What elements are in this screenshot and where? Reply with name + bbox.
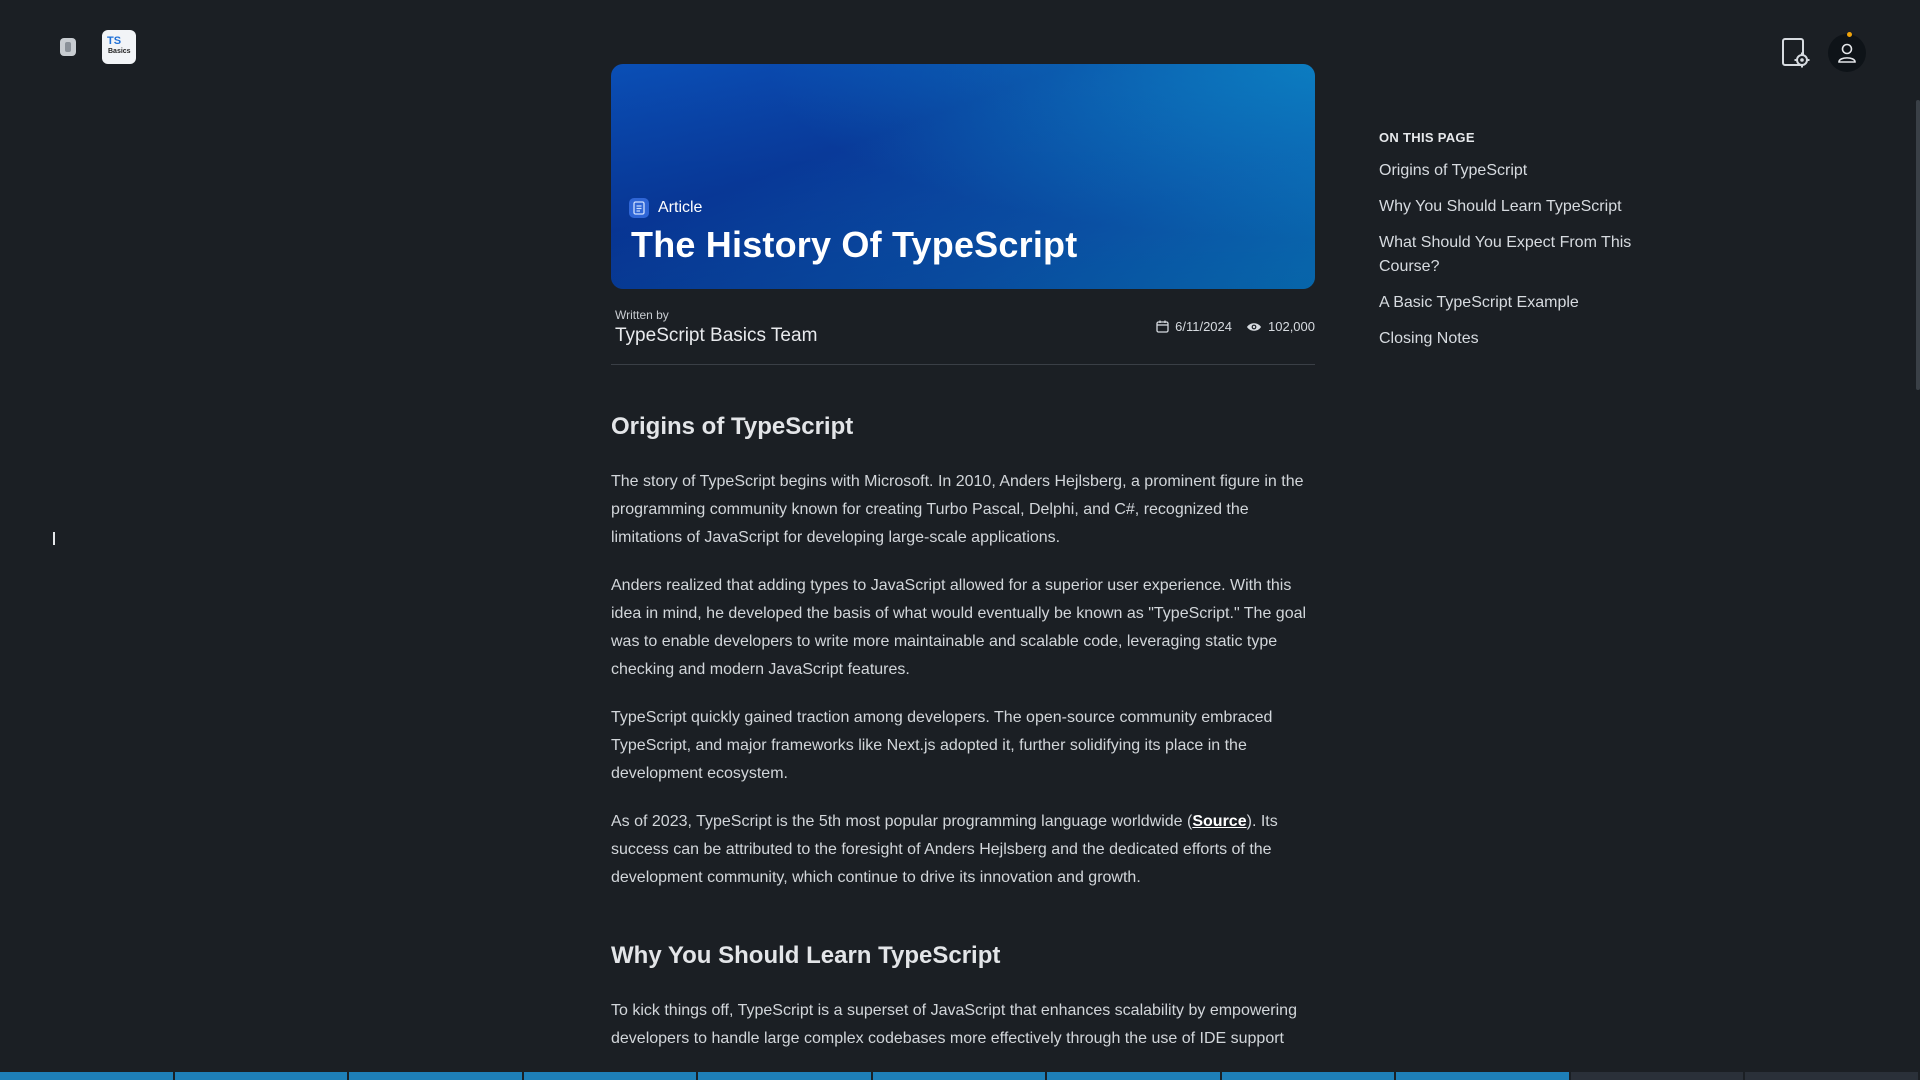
progress-segment: [523, 1072, 699, 1080]
progress-segment: [0, 1072, 175, 1080]
article-body: Origins of TypeScript The story of TypeS…: [611, 365, 1315, 1053]
progress-segment: [872, 1072, 1048, 1080]
written-by-label: Written by: [615, 308, 669, 322]
calendar-icon: [1156, 320, 1169, 333]
paragraph: To kick things off, TypeScript is a supe…: [611, 1002, 1297, 1047]
user-avatar-button[interactable]: [1828, 32, 1866, 72]
article-icon: [629, 198, 649, 218]
user-icon: [1838, 43, 1856, 63]
toc-item-example[interactable]: A Basic TypeScript Example: [1379, 291, 1659, 315]
progress-segment: [698, 1072, 873, 1080]
progress-segment: [1745, 1072, 1920, 1080]
toc-item-why-learn[interactable]: Why You Should Learn TypeScript: [1379, 195, 1659, 219]
progress-segment: [1396, 1072, 1571, 1080]
scrollbar-thumb[interactable]: [1916, 100, 1920, 390]
on-this-page-nav: ON THIS PAGE Origins of TypeScript Why Y…: [1379, 130, 1659, 363]
article-byline: Written by TypeScript Basics Team 6/11/2…: [611, 289, 1315, 365]
notification-dot: [1847, 32, 1852, 37]
publish-date-text: 6/11/2024: [1175, 319, 1232, 334]
paragraph: Anders realized that adding types to Jav…: [611, 577, 1307, 678]
article-type-label: Article: [658, 199, 703, 216]
top-right-toolbar: [1778, 32, 1866, 72]
top-left-toolbar: TS Basics: [60, 30, 136, 64]
view-count-text: 102,000: [1268, 319, 1315, 334]
toc-item-origins[interactable]: Origins of TypeScript: [1379, 159, 1659, 183]
paragraph: As of 2023, TypeScript is the 5th most p…: [611, 808, 1315, 892]
toc-heading: ON THIS PAGE: [1379, 130, 1475, 145]
progress-segment: [349, 1072, 524, 1080]
section-heading-origins: Origins of TypeScript: [611, 413, 854, 440]
toc-item-closing-notes[interactable]: Closing Notes: [1379, 327, 1659, 351]
eye-icon: [1247, 322, 1261, 331]
progress-segment: [1047, 1072, 1222, 1080]
logo-text-basics: Basics: [108, 48, 131, 55]
progress-segment: [1221, 1072, 1397, 1080]
author-name[interactable]: TypeScript Basics Team: [615, 325, 817, 347]
text-cursor: [53, 532, 55, 545]
page-settings-button[interactable]: [1778, 35, 1814, 71]
progress-segment: [1570, 1072, 1746, 1080]
panel-icon[interactable]: [60, 38, 76, 56]
app-logo[interactable]: TS Basics: [102, 30, 136, 64]
article-type-tag: Article: [629, 198, 702, 218]
publish-date: 6/11/2024: [1156, 319, 1232, 334]
article-main: Article The History Of TypeScript Writte…: [611, 64, 1315, 1073]
progress-segment: [174, 1072, 350, 1080]
paragraph: The story of TypeScript begins with Micr…: [611, 473, 1304, 546]
paragraph-text: As of 2023, TypeScript is the 5th most p…: [611, 813, 1193, 830]
view-count: 102,000: [1246, 319, 1315, 334]
article-hero-banner: Article The History Of TypeScript: [611, 64, 1315, 289]
paragraph: TypeScript quickly gained traction among…: [611, 709, 1273, 782]
settings-page-icon: [1782, 38, 1810, 68]
reading-progress-bar: [0, 1072, 1920, 1080]
source-link[interactable]: Source: [1192, 813, 1246, 830]
page-title: The History Of TypeScript: [631, 224, 1078, 265]
toc-item-expectations[interactable]: What Should You Expect From This Course?: [1379, 231, 1659, 279]
section-heading-why-learn: Why You Should Learn TypeScript: [611, 942, 1001, 969]
article-meta: 6/11/2024 102,000: [1156, 319, 1315, 334]
logo-text-ts: TS: [107, 35, 122, 47]
scrollbar[interactable]: [1912, 0, 1920, 1080]
